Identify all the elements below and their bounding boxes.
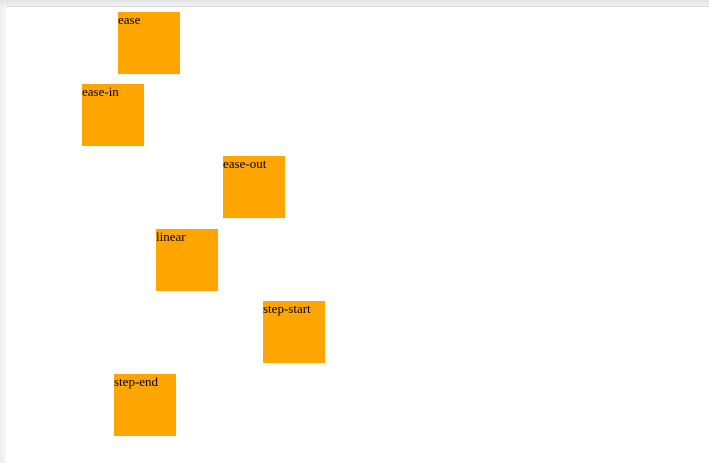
ease-in-box: ease-in bbox=[82, 84, 144, 146]
ease-in-label: ease-in bbox=[82, 84, 119, 99]
linear-label: linear bbox=[156, 229, 186, 244]
step-end-box: step-end bbox=[114, 374, 176, 436]
step-start-box: step-start bbox=[263, 301, 325, 363]
step-end-label: step-end bbox=[114, 374, 159, 389]
linear-box: linear bbox=[156, 229, 218, 291]
window-top-edge bbox=[0, 0, 709, 7]
ease-out-label: ease-out bbox=[223, 156, 267, 171]
window-left-edge bbox=[0, 6, 6, 463]
ease-out-box: ease-out bbox=[223, 156, 285, 218]
step-start-label: step-start bbox=[263, 301, 311, 316]
ease-label: ease bbox=[118, 12, 141, 27]
ease-box: ease bbox=[118, 12, 180, 74]
